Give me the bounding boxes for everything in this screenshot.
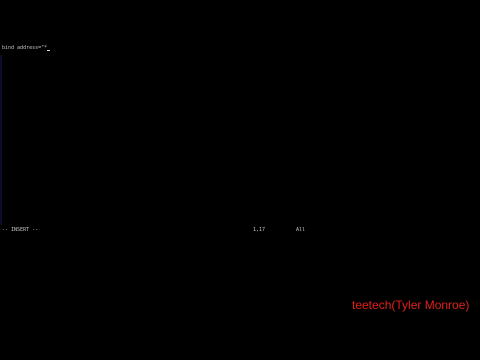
buffer-line-text: bind address="* (2, 45, 48, 51)
buffer-line-1[interactable]: bind address="* (2, 45, 51, 51)
editor-buffer[interactable] (0, 40, 480, 236)
channel-watermark: teetech(Tyler Monroe) (352, 298, 470, 312)
terminal-screen[interactable]: bind address="* -- INSERT -- 1,17 All te… (0, 0, 480, 360)
insert-mode-indicator: -- INSERT -- (2, 227, 39, 233)
cursor-position: 1,17 (253, 227, 266, 233)
text-cursor (47, 50, 51, 51)
scroll-position: All (296, 227, 306, 233)
left-edge-strip (0, 55, 2, 225)
editor-status-line: -- INSERT -- 1,17 All (0, 227, 480, 233)
